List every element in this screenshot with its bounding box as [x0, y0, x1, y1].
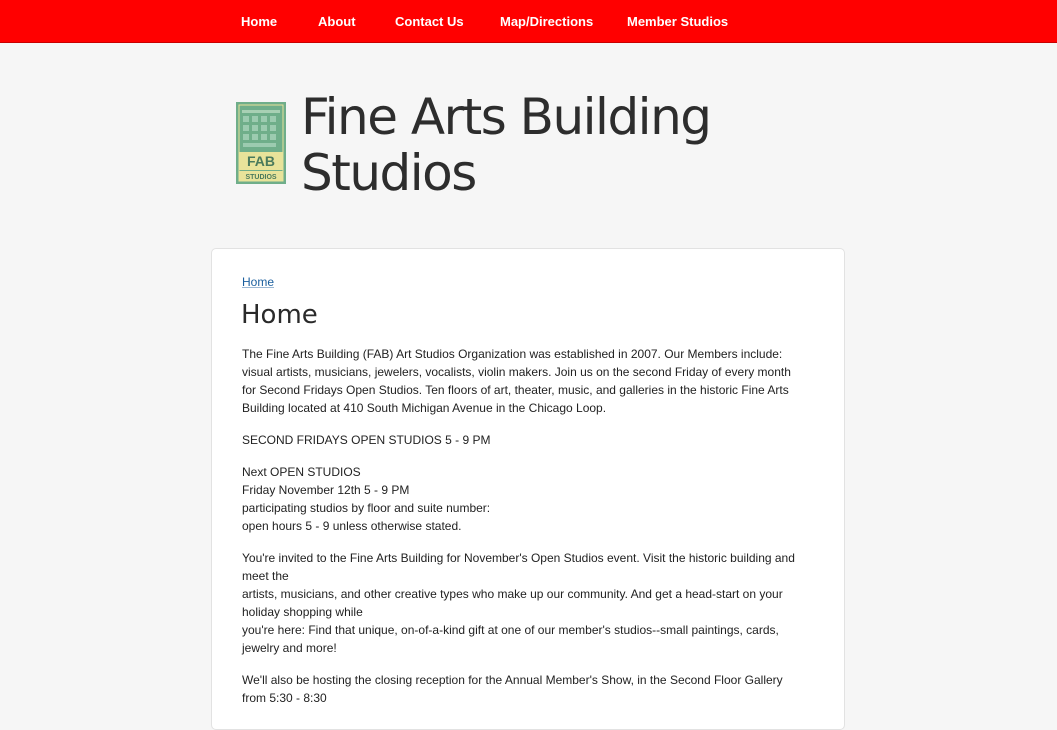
text-line: jewelry and more! — [242, 641, 337, 655]
text-line: you're here: Find that unique, on-of-a-k… — [242, 623, 779, 637]
nav-about-link[interactable]: About — [318, 14, 356, 29]
text-line: Next OPEN STUDIOS — [242, 465, 361, 479]
svg-text:FAB: FAB — [247, 153, 275, 169]
site-name[interactable]: Fine Arts Building Studios — [301, 88, 712, 202]
svg-text:STUDIOS: STUDIOS — [245, 174, 276, 181]
text-line: Building located at 410 South Michigan A… — [242, 401, 607, 415]
text-line: open hours 5 - 9 unless otherwise stated… — [242, 519, 462, 533]
open-studios-hours-paragraph: SECOND FRIDAYS OPEN STUDIOS 5 - 9 PM — [242, 431, 812, 449]
nav-contact-us-link[interactable]: Contact Us — [395, 14, 464, 29]
text-line: for Second Fridays Open Studios. Ten flo… — [242, 383, 789, 397]
fab-studios-logo-icon[interactable]: FAB STUDIOS — [236, 102, 286, 184]
text-line: participating studios by floor and suite… — [242, 501, 491, 515]
text-line: Friday November 12th 5 - 9 PM — [242, 483, 410, 497]
site-name-line-2: Studios — [301, 144, 477, 202]
top-navigation-bar: Home About Contact Us Map/Directions Mem… — [0, 0, 1057, 43]
site-name-line-1: Fine Arts Building — [301, 88, 712, 146]
text-line: We'll also be hosting the closing recept… — [242, 673, 783, 687]
page-title: Home — [241, 300, 318, 330]
text-line: You're invited to the Fine Arts Building… — [242, 551, 795, 565]
nav-home-link[interactable]: Home — [241, 14, 277, 29]
invitation-paragraph: You're invited to the Fine Arts Building… — [242, 549, 812, 657]
text-line: artists, musicians, and other creative t… — [242, 587, 783, 601]
text-line: The Fine Arts Building (FAB) Art Studios… — [242, 347, 783, 361]
text-line: visual artists, musicians, jewelers, voc… — [242, 365, 791, 379]
breadcrumb-home-link[interactable]: Home — [242, 275, 274, 289]
next-open-studios-paragraph: Next OPEN STUDIOS Friday November 12th 5… — [242, 463, 812, 535]
text-line: meet the — [242, 569, 289, 583]
text-line: SECOND FRIDAYS OPEN STUDIOS 5 - 9 PM — [242, 433, 491, 447]
text-line: from 5:30 - 8:30 — [242, 691, 327, 705]
fab-building-icon: FAB STUDIOS — [236, 102, 286, 184]
closing-reception-paragraph: We'll also be hosting the closing recept… — [242, 671, 812, 707]
nav-member-studios-link[interactable]: Member Studios — [627, 14, 728, 29]
intro-paragraph: The Fine Arts Building (FAB) Art Studios… — [242, 345, 812, 417]
nav-map-directions-link[interactable]: Map/Directions — [500, 14, 593, 29]
text-line: holiday shopping while — [242, 605, 363, 619]
